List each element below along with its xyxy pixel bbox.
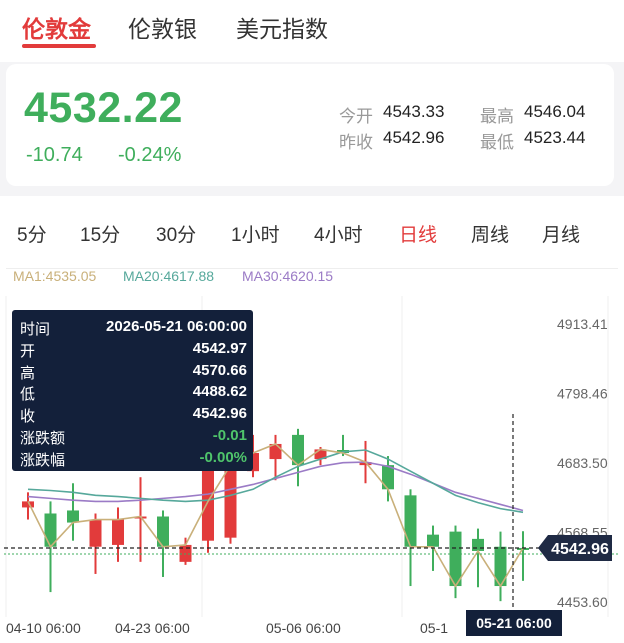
candle-body xyxy=(382,465,394,490)
period-daily[interactable]: 日线 xyxy=(399,220,437,247)
period-5min[interactable]: 5分 xyxy=(17,220,47,247)
high-label: 最高 xyxy=(480,107,514,126)
tooltip-time-label: 时间 xyxy=(20,321,51,338)
x-tick-label: 05-06 06:00 xyxy=(266,620,341,636)
y-tick-label: 4798.46 xyxy=(557,385,608,401)
x-tick-label: 04-23 06:00 xyxy=(115,620,190,636)
tooltip-open: 4542.97 xyxy=(192,340,247,357)
ma1-legend: MA1:4535.05 xyxy=(13,268,97,284)
candle-body xyxy=(224,465,237,538)
last-price: 4532.22 xyxy=(24,84,183,132)
tooltip-low: 4488.62 xyxy=(192,383,247,400)
tooltip-high-label: 高 xyxy=(20,365,36,382)
tab-london-gold[interactable]: 伦敦金 xyxy=(22,10,91,44)
y-tick-label: 4913.41 xyxy=(557,316,608,332)
tooltip-chg-pct: -0.00% xyxy=(199,449,247,466)
y-tick-label: 4453.60 xyxy=(557,594,608,610)
period-1hour[interactable]: 1小时 xyxy=(231,220,280,247)
y-tick-label: 4683.50 xyxy=(557,455,608,471)
ma30-legend: MA30:4620.15 xyxy=(242,268,334,284)
tooltip-chg-label: 涨跌额 xyxy=(20,430,66,447)
period-monthly[interactable]: 月线 xyxy=(542,220,580,247)
open-label: 今开 xyxy=(339,107,373,126)
tooltip-chg-pct-label: 涨跌幅 xyxy=(20,452,66,469)
candle-body xyxy=(112,519,124,545)
period-30min[interactable]: 30分 xyxy=(156,220,196,247)
price-change-percent: -0.24% xyxy=(118,144,182,166)
candle-body xyxy=(89,519,102,547)
quote-card: 4532.22 -10.74 -0.24% 今开 4543.33 最高 4546… xyxy=(6,64,614,186)
period-4hour[interactable]: 4小时 xyxy=(314,220,363,247)
active-tab-indicator xyxy=(22,44,96,48)
crosshair-x-label: 05-21 06:00 xyxy=(476,615,552,631)
candle-body xyxy=(404,495,417,547)
tooltip-time: 2026-05-21 06:00:00 xyxy=(106,318,247,335)
candle-tooltip: 时间 2026-05-21 06:00:00 开 4542.97 高 4570.66 … xyxy=(12,310,253,471)
tooltip-close: 4542.96 xyxy=(192,405,247,422)
prev-close-label: 昨收 xyxy=(339,133,373,152)
ma20-legend: MA20:4617.88 xyxy=(123,268,215,284)
open-value: 4543.33 xyxy=(383,102,445,121)
tab-dollar-index[interactable]: 美元指数 xyxy=(236,10,328,44)
candle-body xyxy=(472,538,484,551)
candle-body xyxy=(67,510,79,523)
x-tick-label: 05-1 xyxy=(420,620,448,636)
tooltip-high: 4570.66 xyxy=(192,362,247,379)
tooltip-low-label: 低 xyxy=(20,386,36,403)
period-weekly[interactable]: 周线 xyxy=(471,220,509,247)
period-15min[interactable]: 15分 xyxy=(80,220,120,247)
chart-panel: 5分 15分 30分 1小时 4小时 日线 周线 月线 MA1:4535.05 … xyxy=(0,196,624,643)
price-change: -10.74 xyxy=(26,144,83,166)
tooltip-open-label: 开 xyxy=(20,343,36,360)
tooltip-chg: -0.01 xyxy=(212,427,247,444)
prev-close-value: 4542.96 xyxy=(383,128,445,147)
x-tick-label: 04-10 06:00 xyxy=(6,620,81,636)
high-value: 4546.04 xyxy=(524,102,586,121)
low-value: 4523.44 xyxy=(524,128,586,147)
crosshair-y-label: 4542.96 xyxy=(551,541,609,558)
candle-body xyxy=(427,534,439,547)
tooltip-close-label: 收 xyxy=(20,408,36,425)
low-label: 最低 xyxy=(480,133,514,152)
tab-london-silver[interactable]: 伦敦银 xyxy=(128,10,197,44)
instrument-tabs: 伦敦金 伦敦银 美元指数 xyxy=(0,0,624,62)
